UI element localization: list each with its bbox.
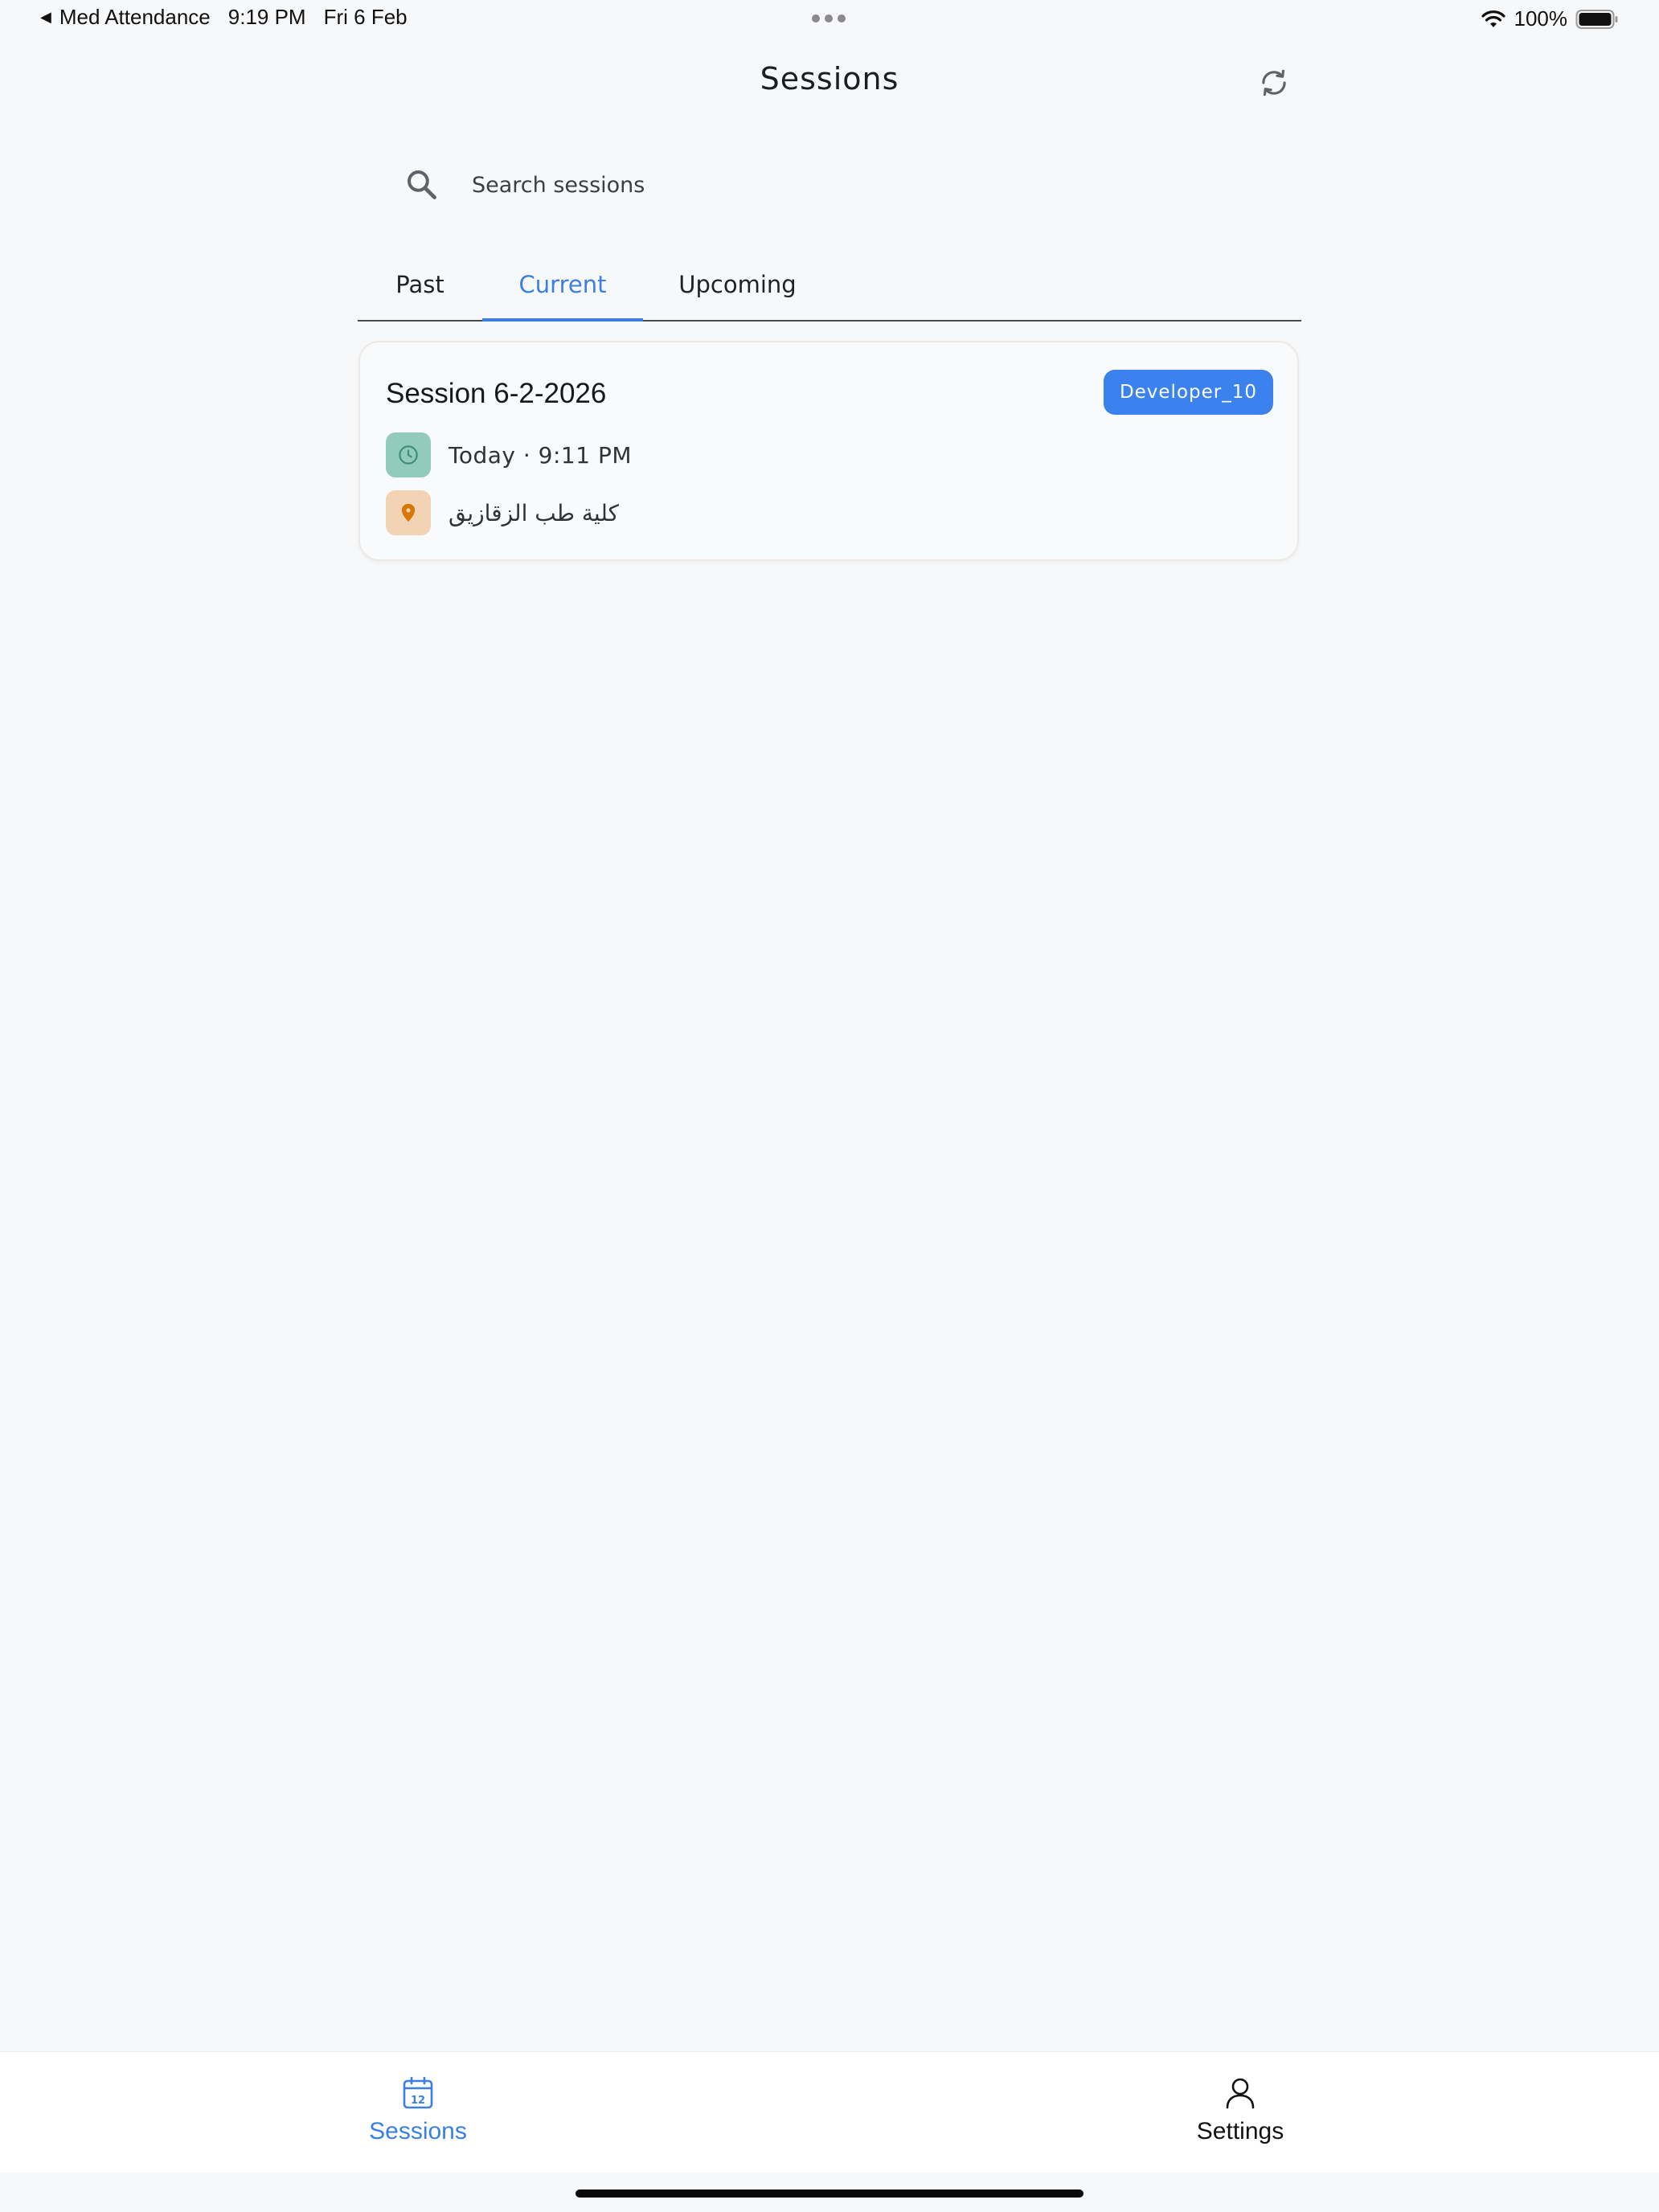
tab-current[interactable]: Current [482, 249, 643, 322]
nav-settings-label: Settings [1196, 2118, 1284, 2144]
battery-percent: 100% [1514, 6, 1568, 31]
search-bar[interactable] [358, 153, 1301, 217]
clock-icon [386, 432, 431, 477]
battery-icon [1575, 9, 1618, 29]
status-bar: ◀ Med Attendance 9:19 PM Fri 6 Feb 100% [0, 0, 1659, 39]
refresh-button[interactable] [1254, 63, 1294, 103]
session-badge: Developer_10 [1103, 370, 1273, 415]
multitasking-dots-icon[interactable] [812, 14, 846, 23]
person-icon [1226, 2078, 1255, 2109]
session-tabs: Past Current Upcoming [358, 249, 1301, 322]
nav-sessions[interactable]: 12 Sessions [338, 2076, 498, 2145]
back-arrow-icon[interactable]: ◀ [40, 9, 51, 26]
back-app-label[interactable]: Med Attendance [59, 5, 211, 30]
bottom-nav: 12 Sessions Settings [0, 2051, 1659, 2173]
wifi-icon [1481, 10, 1505, 27]
tab-past[interactable]: Past [358, 249, 482, 320]
home-indicator[interactable] [576, 2189, 1083, 2198]
status-bar-left: ◀ Med Attendance 9:19 PM Fri 6 Feb [40, 5, 408, 30]
calendar-icon: 12 [403, 2076, 433, 2109]
session-title: Session 6-2-2026 [386, 378, 607, 409]
session-time: Today · 9:11 PM [449, 441, 632, 469]
session-location-row: كلية طب الزقازيق [386, 490, 619, 535]
status-time: 9:19 PM [227, 5, 306, 29]
search-input[interactable] [470, 171, 1197, 199]
location-pin-icon [386, 490, 431, 535]
calendar-day-text: 12 [411, 2095, 425, 2107]
nav-sessions-label: Sessions [369, 2118, 467, 2144]
status-date: Fri 6 Feb [323, 5, 408, 29]
refresh-icon [1262, 69, 1286, 96]
page-title: Sessions [760, 61, 899, 96]
tab-upcoming[interactable]: Upcoming [643, 249, 832, 320]
session-time-row: Today · 9:11 PM [386, 432, 632, 477]
status-bar-right: 100% [1481, 6, 1620, 31]
session-card[interactable]: Session 6-2-2026 Developer_10 Today · 9:… [358, 341, 1299, 561]
nav-settings[interactable]: Settings [1160, 2076, 1321, 2145]
search-icon [398, 161, 446, 209]
session-location: كلية طب الزقازيق [449, 499, 619, 526]
